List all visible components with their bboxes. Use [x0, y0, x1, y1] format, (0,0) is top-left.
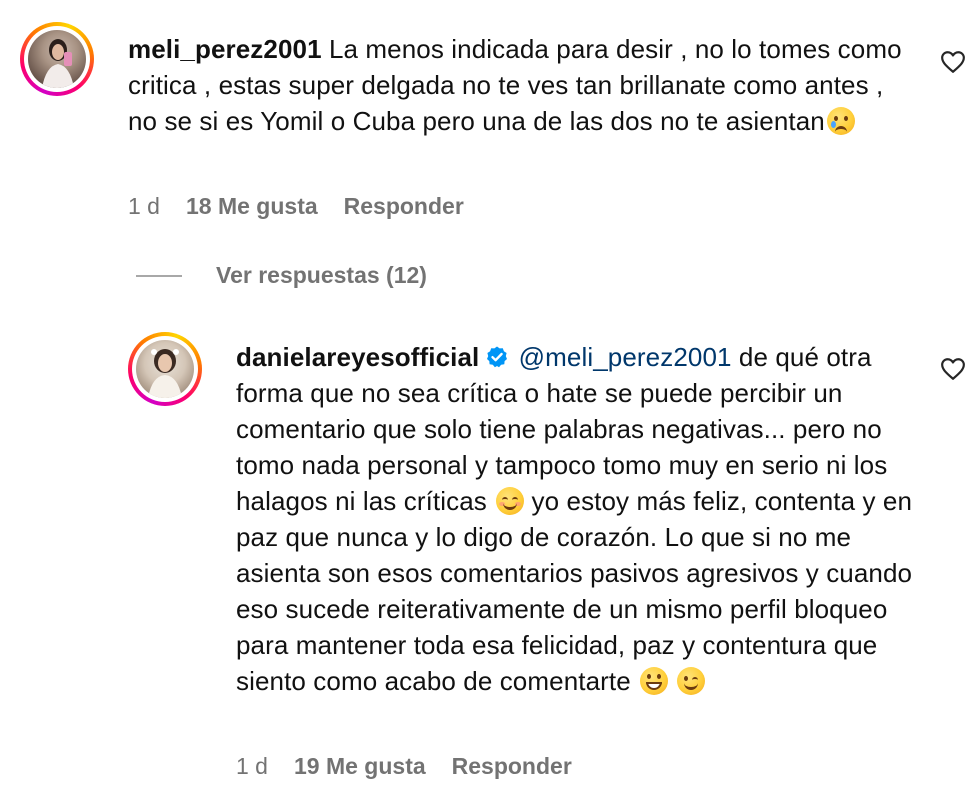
comment-username[interactable]: meli_perez2001: [128, 34, 322, 64]
comment-meta: 1 d 19 Me gusta Responder: [236, 753, 572, 780]
crying-face-icon: [826, 107, 855, 135]
comment-1: meli_perez2001 La menos indicada para de…: [0, 0, 973, 240]
comment-text: danielareyesofficial @meli_perez2001 de …: [236, 339, 926, 699]
avatar-photo: [136, 340, 194, 398]
avatar-photo: [28, 30, 86, 88]
comment-time[interactable]: 1 d: [236, 753, 268, 780]
avatar-border: [24, 26, 90, 92]
avatar-border: [132, 336, 198, 402]
like-heart-icon[interactable]: [940, 50, 966, 74]
comment-time[interactable]: 1 d: [128, 193, 160, 220]
grinning-face-icon: [640, 667, 669, 695]
comment-text: meli_perez2001 La menos indicada para de…: [128, 31, 918, 139]
comment-meta: 1 d 18 Me gusta Responder: [128, 193, 464, 220]
smiling-face-icon: [496, 487, 525, 515]
reply-button[interactable]: Responder: [452, 753, 572, 780]
verified-badge-icon: [487, 346, 508, 368]
comment-likes[interactable]: 18 Me gusta: [186, 193, 318, 220]
like-heart-icon[interactable]: [940, 357, 966, 381]
comment-likes[interactable]: 19 Me gusta: [294, 753, 426, 780]
replies-divider-line: [136, 274, 182, 277]
avatar[interactable]: [128, 332, 202, 406]
winking-face-icon: [677, 667, 706, 695]
comment-2: danielareyesofficial @meli_perez2001 de …: [0, 320, 973, 786]
comment-username[interactable]: danielareyesofficial: [236, 342, 479, 372]
reply-button[interactable]: Responder: [344, 193, 464, 220]
view-replies-label: Ver respuestas (12): [216, 262, 427, 288]
comment-body-part2: yo estoy más feliz, contenta y en paz qu…: [236, 486, 913, 696]
avatar[interactable]: [20, 22, 94, 96]
mention-link[interactable]: @meli_perez2001: [519, 342, 732, 372]
view-replies-toggle[interactable]: Ver respuestas (12): [136, 262, 427, 289]
